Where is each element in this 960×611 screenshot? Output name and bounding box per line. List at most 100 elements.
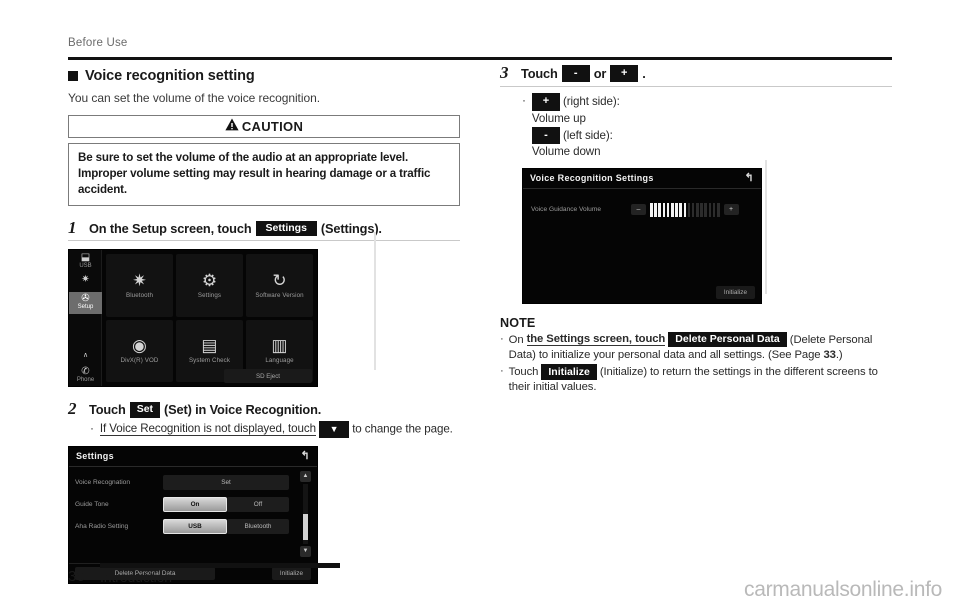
rail-item-phone[interactable]: ✆ Phone xyxy=(69,366,102,383)
scrollbar-thumb[interactable] xyxy=(303,513,308,540)
volume-plus-button[interactable]: + xyxy=(723,204,739,216)
delete-personal-data-key[interactable]: Delete Personal Data xyxy=(668,331,787,348)
left-column: Voice recognition setting You can set th… xyxy=(68,64,460,584)
row-buttons-aha-radio: USB Bluetooth xyxy=(163,518,289,534)
tile-system-check-label: System Check xyxy=(188,357,231,365)
volume-level-bars xyxy=(650,202,720,217)
page-number: 30 xyxy=(68,568,86,585)
voice-recognition-settings-screen[interactable]: Voice Recognition Settings ↰ Voice Guida… xyxy=(522,167,762,304)
note-2-pre-plain: Touch xyxy=(508,365,542,378)
settings-screen-titlebar: Settings ↰ xyxy=(69,447,317,467)
rail-item-setup-label: Setup xyxy=(77,304,94,311)
rail-item-bluetooth[interactable]: ✷ xyxy=(69,274,102,285)
step-1-text: On the Setup screen, touch Settings (Set… xyxy=(89,220,382,237)
rail-item-usb[interactable]: ⬓ USB xyxy=(69,252,102,269)
guide-tone-off-button[interactable]: Off xyxy=(227,496,289,512)
note-1-post2: .) xyxy=(835,348,843,361)
setup-gear-icon: ✇ xyxy=(81,293,90,305)
section-lead: You can set the volume of the voice reco… xyxy=(68,91,320,105)
step-3-post: . xyxy=(642,66,646,81)
volume-minus-button[interactable]: – xyxy=(631,204,646,216)
triangle-down-icon[interactable]: ▼ xyxy=(300,545,311,557)
volume-down-side-label: (left side): xyxy=(563,128,613,142)
watermark: carmanualsonline.info xyxy=(744,578,942,601)
section-heading: Voice recognition setting xyxy=(68,68,460,84)
table-row: Guide Tone On Off xyxy=(75,495,311,514)
header-rule xyxy=(68,57,892,60)
volume-up-key[interactable]: + xyxy=(531,93,560,111)
step-2-number: 2 xyxy=(68,399,77,419)
volume-bar xyxy=(662,202,666,217)
scrollbar[interactable]: ▲ ▼ xyxy=(300,470,311,557)
step-1: 1 On the Setup screen, touch Settings (S… xyxy=(68,219,460,242)
sd-eject-button[interactable]: SD Eject xyxy=(224,369,312,384)
volume-down-key[interactable]: - xyxy=(531,126,560,145)
tile-settings[interactable]: ⚙ Settings xyxy=(176,254,243,317)
volume-bar xyxy=(700,202,703,217)
initialize-button[interactable]: Initialize xyxy=(271,566,311,580)
usb-icon: ⬓ xyxy=(80,252,91,264)
return-arrow-icon[interactable]: ↰ xyxy=(744,172,754,184)
volume-up-side-label: (right side): xyxy=(563,95,620,109)
table-row: Voice Recognation Set xyxy=(75,473,311,492)
note-1-page-ref: 33 xyxy=(823,348,836,361)
initialize-button[interactable]: Initialize xyxy=(715,286,755,300)
return-arrow-icon[interactable]: ↰ xyxy=(300,450,310,462)
step-3-text: Touch - or + . xyxy=(521,64,646,83)
step-3-mid: or xyxy=(593,66,607,81)
aha-bluetooth-button[interactable]: Bluetooth xyxy=(227,518,289,534)
caution-body: Be sure to set the volume of the audio a… xyxy=(68,143,460,206)
tile-divx-vod[interactable]: ◉ DivX(R) VOD xyxy=(106,319,173,383)
row-label-guide-tone: Guide Tone xyxy=(75,500,109,508)
volume-up-key[interactable]: + xyxy=(610,64,639,83)
guide-tone-on-button[interactable]: On xyxy=(163,496,227,512)
setup-screen[interactable]: ⬓ USB ✷ ✇ Setup ∧ ✆ Phone ✷ Bluetooth ⚙ … xyxy=(68,249,318,388)
refresh-circle-icon: ↻ xyxy=(272,270,287,290)
step-3-number: 3 xyxy=(500,63,509,82)
volume-bar xyxy=(712,202,716,217)
rail-item-setup[interactable]: ✇ Setup xyxy=(69,292,102,315)
page-down-key[interactable]: ▼ xyxy=(319,420,350,438)
bluetooth-icon: ✷ xyxy=(132,270,147,290)
row-label-voice-recognition: Voice Recognation xyxy=(75,478,130,486)
column-divider xyxy=(374,232,376,370)
volume-down-key[interactable]: - xyxy=(561,64,590,83)
tile-language-label: Language xyxy=(265,357,294,365)
step-3-bullets: · + (right side): Volume up - (left side… xyxy=(522,93,892,159)
caret-up-icon: ∧ xyxy=(82,352,89,360)
volume-control: – + xyxy=(631,202,739,217)
step-3-bullet-plus: · + (right side): Volume up - (left side… xyxy=(522,93,892,159)
set-button[interactable]: Set xyxy=(163,474,289,490)
tile-software-version[interactable]: ↻ Software Version xyxy=(246,254,313,317)
note-list: · On the Settings screen, touch Delete P… xyxy=(500,331,892,396)
set-key[interactable]: Set xyxy=(129,401,161,418)
rail-item-phone-label: Phone xyxy=(76,377,95,384)
step-2-pre: Touch xyxy=(89,402,126,418)
initialize-key[interactable]: Initialize xyxy=(541,364,597,380)
volume-bar xyxy=(658,202,661,217)
aha-usb-button[interactable]: USB xyxy=(163,518,227,534)
triangle-up-icon[interactable]: ▲ xyxy=(300,470,311,482)
step-3-rule xyxy=(500,86,892,88)
warning-triangle-icon xyxy=(225,118,239,136)
volume-bar xyxy=(675,202,678,217)
settings-key[interactable]: Settings xyxy=(255,220,317,237)
step-2-post: (Set) in Voice Recognition. xyxy=(164,402,322,418)
note-item: · On the Settings screen, touch Delete P… xyxy=(500,331,892,363)
note-heading: NOTE xyxy=(500,315,536,330)
volume-bar xyxy=(708,202,712,217)
volume-bar xyxy=(683,202,687,217)
page-section-name: Introduction xyxy=(100,569,172,585)
running-head: Before Use xyxy=(68,37,128,49)
rail-item-scroll-up[interactable]: ∧ xyxy=(69,350,102,361)
scrollbar-track[interactable] xyxy=(303,483,308,544)
bluetooth-icon: ✷ xyxy=(81,274,90,286)
book-icon: ▥ xyxy=(271,336,288,356)
tile-bluetooth[interactable]: ✷ Bluetooth xyxy=(106,254,173,317)
volume-bar xyxy=(650,202,653,217)
vr-screen-titlebar: Voice Recognition Settings ↰ xyxy=(523,169,761,189)
volume-bar xyxy=(654,202,657,217)
disc-icon: ◉ xyxy=(132,336,147,356)
step-3: 3 Touch - or + . · + (right side): Volum… xyxy=(500,64,892,160)
step-2-bullet: · If Voice Recognition is not displayed,… xyxy=(90,420,460,438)
